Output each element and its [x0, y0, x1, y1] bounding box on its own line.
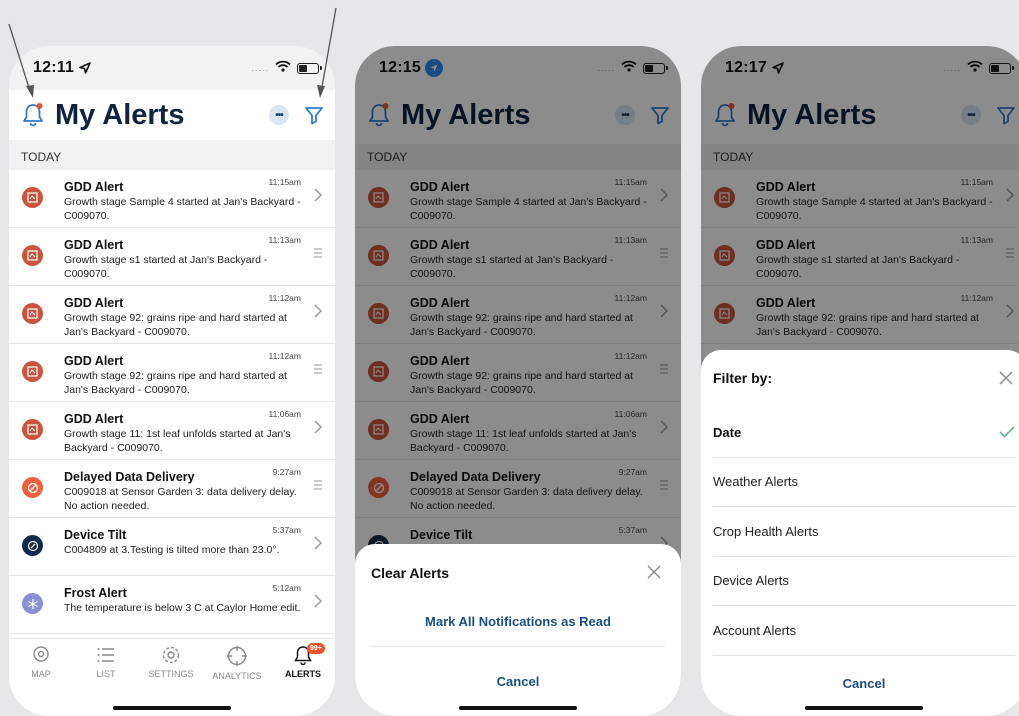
- phone-screen-alerts: 12:11 ..... My Alerts ••• TODAY GDD Aler…: [9, 46, 335, 716]
- alert-body: Growth stage 11: 1st leaf unfolds starte…: [64, 428, 291, 454]
- chevron-right-icon[interactable]: [313, 594, 323, 608]
- sheet-title: Clear Alerts: [371, 565, 450, 581]
- bell-icon[interactable]: [21, 102, 45, 128]
- close-icon[interactable]: [647, 565, 661, 579]
- crosshair-icon: [207, 645, 267, 667]
- alert-body: Growth stage 92: grains ripe and hard st…: [64, 312, 287, 338]
- alert-body: The temperature is below 3 C at Caylor H…: [64, 602, 301, 614]
- tab-label: SETTINGS: [148, 669, 194, 679]
- alert-time: 11:12am: [268, 293, 301, 303]
- alert-title: Frost Alert: [64, 586, 127, 600]
- filter-option[interactable]: Account Alerts: [713, 606, 1015, 656]
- close-icon[interactable]: [999, 371, 1013, 385]
- status-icons: .....: [251, 59, 322, 77]
- filter-option-label: Account Alerts: [713, 622, 797, 638]
- phone-screen-clear-alerts: 12:15 ..... My Alerts ••• TODAY GDD Aler…: [355, 46, 681, 716]
- mark-all-read-button[interactable]: Mark All Notifications as Read: [355, 614, 681, 629]
- alert-body: C004809 at 3.Testing is tilted more than…: [64, 544, 280, 556]
- tab-label: ANALYTICS: [212, 671, 262, 681]
- more-options-button[interactable]: •••: [269, 105, 289, 125]
- alert-list: GDD Alert Growth stage Sample 4 started …: [9, 170, 335, 692]
- filter-button[interactable]: [303, 104, 325, 126]
- wifi-icon: [275, 59, 291, 77]
- alert-row[interactable]: GDD Alert Growth stage 11: 1st leaf unfo…: [9, 402, 335, 460]
- alert-time: 11:06am: [268, 409, 301, 419]
- alert-time: 5:37am: [272, 525, 301, 535]
- section-header-today: TODAY: [9, 144, 335, 170]
- tab-analytics[interactable]: ANALYTICS: [207, 645, 267, 681]
- drag-handle-icon[interactable]: [313, 362, 323, 376]
- filter-sheet: Filter by: Date Weather Alerts Crop Heal…: [701, 350, 1019, 716]
- drag-handle-icon[interactable]: [313, 246, 323, 260]
- filter-option-label: Date: [713, 424, 742, 440]
- cancel-button[interactable]: Cancel: [701, 676, 1019, 691]
- alert-row[interactable]: GDD Alert Growth stage 92: grains ripe a…: [9, 344, 335, 402]
- alert-time: 11:13am: [268, 235, 301, 245]
- tab-label: ALERTS: [285, 669, 321, 679]
- gear-icon: [141, 645, 201, 665]
- home-indicator: [113, 706, 231, 710]
- tab-map[interactable]: MAP: [11, 645, 71, 679]
- tab-label: LIST: [96, 669, 116, 679]
- divider: [371, 646, 665, 647]
- alert-title: Delayed Data Delivery: [64, 470, 195, 484]
- alert-row[interactable]: GDD Alert Growth stage 92: grains ripe a…: [9, 286, 335, 344]
- tab-label: MAP: [31, 669, 51, 679]
- status-bar: 12:11 .....: [9, 46, 335, 90]
- chevron-right-icon[interactable]: [313, 536, 323, 550]
- filter-option-label: Weather Alerts: [713, 474, 799, 490]
- tab-settings[interactable]: SETTINGS: [141, 645, 201, 679]
- clear-alerts-sheet: Clear Alerts Mark All Notifications as R…: [355, 544, 681, 716]
- alert-row[interactable]: Device Tilt C004809 at 3.Testing is tilt…: [9, 518, 335, 576]
- alert-time: 5:12am: [272, 583, 301, 593]
- chevron-right-icon[interactable]: [313, 420, 323, 434]
- alert-body: Growth stage Sample 4 started at Jan's B…: [64, 196, 301, 222]
- home-indicator: [459, 706, 577, 710]
- home-indicator: [805, 706, 923, 710]
- alert-title: Device Tilt: [64, 528, 127, 542]
- filter-option-label: Crop Health Alerts: [713, 523, 819, 539]
- alert-row[interactable]: Frost Alert The temperature is below 3 C…: [9, 576, 335, 634]
- filter-option[interactable]: Weather Alerts: [713, 458, 1015, 507]
- tab-alerts[interactable]: ALERTS 99+: [273, 643, 333, 679]
- filter-option[interactable]: Crop Health Alerts: [713, 507, 1015, 557]
- sheet-title: Filter by:: [713, 370, 773, 386]
- cancel-button[interactable]: Cancel: [355, 674, 681, 689]
- alert-row[interactable]: GDD Alert Growth stage Sample 4 started …: [9, 170, 335, 228]
- alert-row[interactable]: Delayed Data Delivery C009018 at Sensor …: [9, 460, 335, 518]
- page-title: My Alerts: [55, 98, 185, 131]
- tab-list[interactable]: LIST: [76, 645, 136, 679]
- tab-bar: MAP LIST SETTINGS ANALYTICS ALERTS 99+: [9, 638, 335, 716]
- phone-screen-filter: 12:17 ..... My Alerts ••• TODAY GDD Aler…: [701, 46, 1019, 716]
- alert-body: C009018 at Sensor Garden 3: data deliver…: [64, 486, 297, 512]
- battery-icon: [297, 62, 322, 74]
- alert-row[interactable]: GDD Alert Growth stage s1 started at Jan…: [9, 228, 335, 286]
- filter-option[interactable]: Device Alerts: [713, 557, 1015, 606]
- list-icon: [76, 645, 136, 665]
- alert-time: 11:12am: [268, 351, 301, 361]
- alert-time: 11:15am: [268, 177, 301, 187]
- alerts-count-badge: 99+: [307, 643, 325, 654]
- drag-handle-icon[interactable]: [313, 478, 323, 492]
- map-pin-icon: [11, 645, 71, 665]
- filter-option-label: Device Alerts: [713, 573, 789, 589]
- chevron-right-icon[interactable]: [313, 304, 323, 318]
- chevron-right-icon[interactable]: [313, 188, 323, 202]
- app-header: My Alerts •••: [9, 90, 335, 140]
- filter-option[interactable]: Date: [713, 408, 1015, 458]
- checkmark-icon: [999, 426, 1015, 438]
- alert-body: Growth stage 92: grains ripe and hard st…: [64, 370, 287, 396]
- clock: 12:11: [33, 59, 92, 77]
- alert-body: Growth stage s1 started at Jan's Backyar…: [64, 254, 268, 280]
- alert-time: 9:27am: [272, 467, 301, 477]
